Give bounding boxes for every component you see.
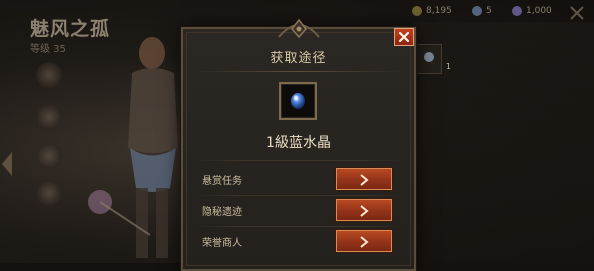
hero-title: 魅风之孤 — [30, 18, 111, 40]
inventory-item[interactable]: 1 — [416, 44, 451, 74]
crystal-currency-icon — [512, 6, 522, 16]
resource-gold: 8,195 — [412, 6, 452, 16]
go-button-bounty-quest[interactable] — [336, 168, 392, 190]
title-divider — [195, 71, 402, 72]
hero-level: 等级 35 — [30, 44, 66, 55]
inventory-item-count: 1 — [445, 62, 451, 71]
resource-crystals-value: 1,000 — [526, 6, 552, 16]
source-row: 荣誉商人 — [183, 227, 414, 257]
chevron-right-icon — [360, 236, 369, 248]
weapon-effect — [88, 190, 151, 236]
source-label-hidden-ruins: 隐秘遗迹 — [202, 207, 242, 218]
go-button-hidden-ruins[interactable] — [336, 199, 392, 221]
row-divider — [197, 160, 400, 161]
resource-gems: 5 — [472, 6, 492, 16]
source-row: 隐秘遗迹 — [183, 196, 414, 226]
blue-crystal-icon — [291, 93, 305, 109]
prev-arrow-icon[interactable] — [0, 150, 14, 178]
gem-icon — [472, 6, 482, 16]
crest-ornament-icon — [278, 18, 320, 39]
source-label-bounty-quest: 悬赏任务 — [202, 176, 242, 187]
close-button[interactable] — [394, 28, 414, 46]
popup-title: 获取途径 — [270, 51, 327, 66]
equipment-slot-hands[interactable] — [36, 143, 62, 169]
resource-crystals: 1,000 — [512, 6, 552, 16]
item-icon-frame — [279, 82, 317, 120]
inventory-item-icon — [424, 52, 434, 62]
equipment-slot-head[interactable] — [36, 62, 62, 88]
source-label-honor-merchant: 荣誉商人 — [202, 238, 242, 249]
close-icon — [398, 31, 410, 43]
chevron-right-icon — [360, 205, 369, 217]
resource-gems-value: 5 — [486, 6, 492, 16]
source-row: 悬赏任务 — [183, 165, 414, 195]
equipment-slot-legs[interactable] — [36, 180, 62, 206]
resource-gold-value: 8,195 — [426, 6, 452, 16]
item-name: 1級蓝水晶 — [266, 135, 331, 151]
go-button-honor-merchant[interactable] — [336, 230, 392, 252]
acquisition-popup: 获取途径 1級蓝水晶 悬赏任务 隐秘遗迹 荣誉商人 — [181, 18, 416, 271]
chevron-right-icon — [360, 174, 369, 186]
equipment-slot-body[interactable] — [36, 104, 62, 130]
gold-icon — [412, 6, 422, 16]
close-window-icon[interactable] — [568, 4, 586, 22]
